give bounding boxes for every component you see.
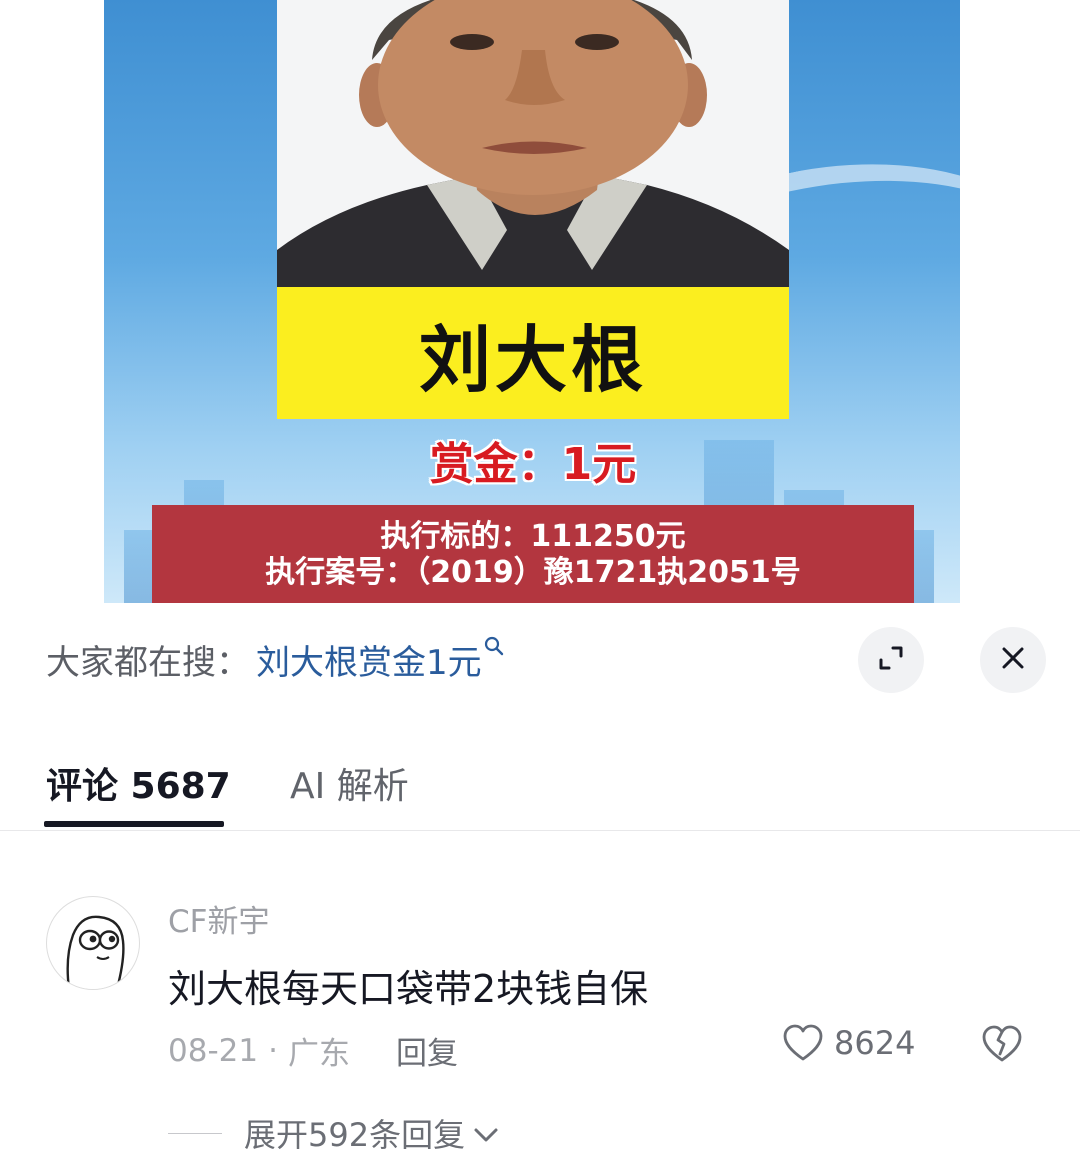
portrait-photo (277, 0, 789, 288)
video-player[interactable]: 刘大根 赏金：1元 执行标的：111250元 执行案号：（2019）豫1721执… (0, 0, 1080, 640)
name-plate: 刘大根 (277, 287, 789, 419)
active-tab-indicator (44, 821, 224, 827)
expand-replies-button[interactable]: 展开592条回复 (168, 1110, 499, 1156)
case-number-text: 执行案号：（2019）豫1721执2051号 (265, 555, 801, 590)
expand-replies-label: 展开592条回复 (244, 1116, 466, 1154)
search-icon[interactable] (484, 636, 504, 662)
replies-divider (168, 1132, 222, 1134)
expand-icon (876, 643, 906, 677)
comment-username[interactable]: CF新宇 (168, 896, 269, 941)
comment-item: CF新宇 刘大根每天口袋带2块钱自保 08-21 · 广东 回复 8624 展开… (0, 888, 1080, 1174)
comment-meta: 08-21 · 广东 回复 (168, 1028, 458, 1073)
like-count: 8624 (834, 1024, 916, 1062)
trending-search-term[interactable]: 刘大根赏金1元 (256, 635, 482, 684)
avatar[interactable] (46, 896, 140, 990)
comment-date: 08-21 (168, 1032, 259, 1069)
meta-separator: · (268, 1032, 278, 1069)
comments-sheet: 大家都在搜： 刘大根赏金1元 评论 5687 AI 解析 CF新宇 刘大根每天口… (0, 603, 1080, 1174)
trending-search-row[interactable]: 大家都在搜： 刘大根赏金1元 (46, 627, 504, 691)
close-button[interactable] (980, 627, 1046, 693)
close-icon (999, 644, 1027, 676)
heart-icon (783, 1024, 823, 1061)
reply-button[interactable]: 回复 (396, 1028, 458, 1073)
comment-tabs: 评论 5687 AI 解析 (0, 743, 1080, 831)
broken-heart-icon (982, 1025, 1022, 1062)
trending-search-prefix: 大家都在搜： (46, 642, 250, 683)
tab-comments[interactable]: 评论 5687 (46, 753, 231, 813)
comment-text: 刘大根每天口袋带2块钱自保 (168, 967, 649, 1011)
tab-ai-analysis[interactable]: AI 解析 (290, 753, 409, 813)
chevron-down-icon (473, 1114, 499, 1152)
comment-location: 广东 (287, 1036, 350, 1072)
case-info-box: 执行标的：111250元 执行案号：（2019）豫1721执2051号 (152, 505, 914, 605)
dislike-button[interactable] (980, 1024, 1024, 1068)
execution-target-text: 执行标的：111250元 (380, 519, 686, 554)
like-button[interactable]: 8624 (782, 1024, 915, 1062)
tabs-divider (0, 830, 1080, 831)
expand-button[interactable] (858, 627, 924, 693)
reward-text: 赏金：1元 (429, 439, 637, 490)
